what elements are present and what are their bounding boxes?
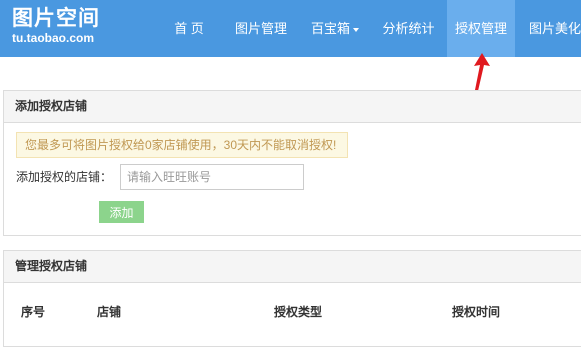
nav-analytics[interactable]: 分析统计 [370, 0, 447, 57]
nav-home-label: 首 页 [174, 21, 204, 36]
nav-image-beautify[interactable]: 图片美化 [519, 0, 581, 57]
column-header-index: 序号 [21, 305, 46, 319]
nav-image-manage[interactable]: 图片管理 [222, 0, 300, 57]
nav-auth-manage-label: 授权管理 [454, 21, 507, 36]
nav-analytics-label: 分析统计 [382, 21, 435, 36]
nav-image-manage-label: 图片管理 [234, 21, 287, 36]
add-auth-shop-title: 添加授权店铺 [4, 91, 581, 123]
caret-down-icon [353, 27, 359, 32]
top-nav-bar: 图片空间 tu.taobao.com 首 页 图片管理 百宝箱 分析统计 授权管… [0, 0, 581, 57]
manage-auth-shop-panel: 管理授权店铺 序号 店铺 授权类型 授权时间 [3, 250, 581, 347]
nav-image-beautify-label: 图片美化 [529, 21, 581, 36]
add-button[interactable]: 添加 [99, 201, 144, 223]
shop-label: 添加授权的店铺： [16, 170, 113, 184]
column-header-shop: 店铺 [97, 305, 122, 319]
add-auth-shop-panel: 添加授权店铺 您最多可将图片授权给0家店铺使用，30天内不能取消授权! 添加授权… [3, 90, 581, 236]
annotation-arrow-icon [474, 53, 490, 91]
nav-toolbox[interactable]: 百宝箱 [300, 0, 370, 57]
nav-home[interactable]: 首 页 [156, 0, 222, 57]
logo[interactable]: 图片空间 tu.taobao.com [12, 7, 100, 46]
column-header-auth-type: 授权类型 [274, 305, 323, 319]
logo-subtitle: tu.taobao.com [12, 31, 95, 45]
manage-auth-shop-title: 管理授权店铺 [4, 251, 581, 283]
wangwang-account-input[interactable] [120, 164, 304, 190]
nav-toolbox-label: 百宝箱 [310, 21, 350, 36]
nav-auth-manage[interactable]: 授权管理 [447, 0, 515, 57]
auth-limit-warning: 您最多可将图片授权给0家店铺使用，30天内不能取消授权! [16, 132, 348, 158]
logo-title: 图片空间 [12, 7, 100, 30]
column-header-auth-time: 授权时间 [452, 305, 501, 319]
